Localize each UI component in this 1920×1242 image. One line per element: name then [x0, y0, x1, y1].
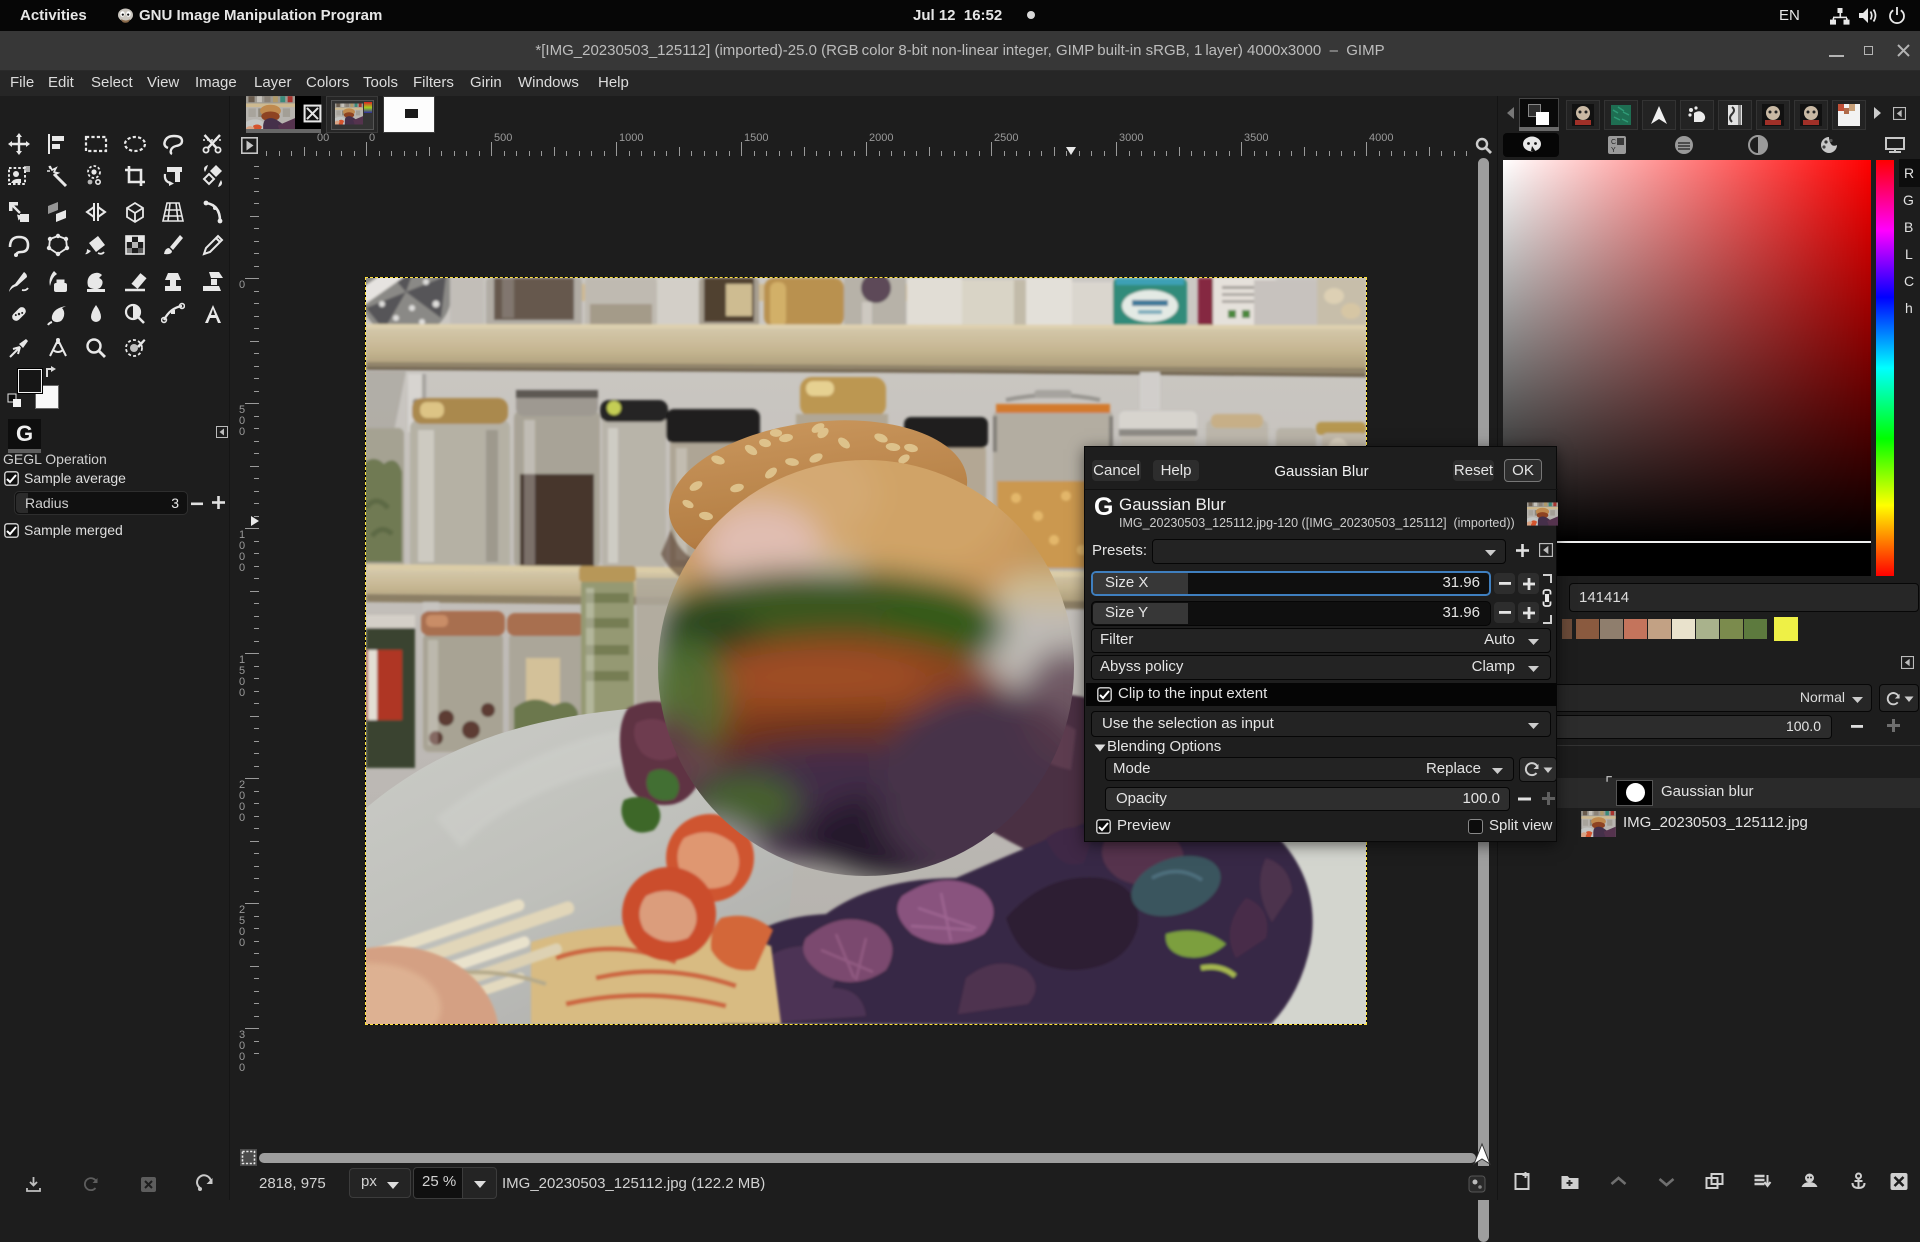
svg-text:C: C — [1611, 139, 1616, 146]
svg-text:Y: Y — [1611, 147, 1616, 154]
